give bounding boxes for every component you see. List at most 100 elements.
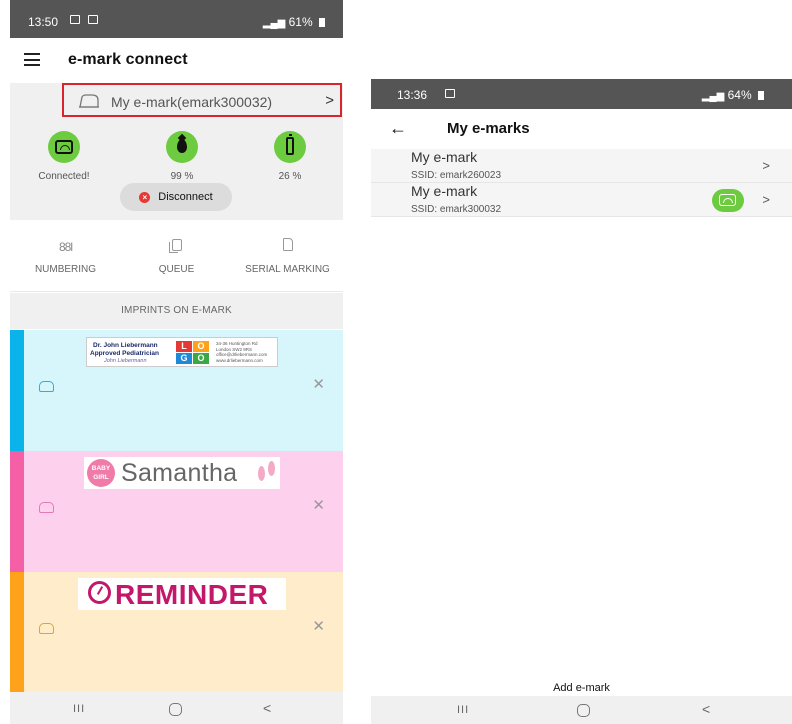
address-line: www.drliebermann.com bbox=[216, 357, 263, 363]
imprint-card[interactable]: REMINDER ✕ bbox=[10, 572, 343, 693]
disconnect-label: Disconnect bbox=[158, 191, 213, 203]
imprint-stamp-reminder: REMINDER bbox=[78, 578, 286, 610]
device-icon bbox=[48, 131, 80, 163]
logo-letter-o: O bbox=[193, 341, 209, 352]
close-icon[interactable]: ✕ bbox=[312, 375, 325, 393]
mode-queue[interactable]: QUEUE bbox=[121, 238, 232, 275]
battery-level-value: 26 % bbox=[278, 171, 302, 182]
device-name: My e-mark bbox=[411, 183, 478, 199]
battery-icon bbox=[274, 131, 306, 163]
home-icon[interactable] bbox=[169, 703, 182, 716]
serial-marking-icon bbox=[282, 238, 293, 251]
device-list-item[interactable]: My e-mark SSID: emark300032 > bbox=[371, 183, 792, 217]
battery-level: 26 % bbox=[245, 131, 335, 182]
imprint-stamp-samantha: BABY GIRL Samantha bbox=[84, 457, 280, 489]
logo-letter-o2: O bbox=[193, 353, 209, 364]
baby-girl-badge: BABY GIRL bbox=[87, 459, 115, 487]
disconnect-button[interactable]: × Disconnect bbox=[120, 183, 232, 211]
stamp-signature: John Liebermann bbox=[104, 358, 147, 364]
app-bar: e-mark connect bbox=[10, 38, 343, 83]
numbering-icon: 88l bbox=[58, 240, 73, 254]
recent-apps-icon[interactable]: III bbox=[457, 704, 469, 716]
home-icon[interactable] bbox=[577, 704, 590, 717]
mode-numbering[interactable]: 88l NUMBERING bbox=[10, 238, 121, 275]
stamp-name: Samantha bbox=[121, 459, 238, 487]
ink-level-value: 99 % bbox=[170, 171, 194, 182]
mode-numbering-label: NUMBERING bbox=[34, 264, 97, 275]
connected-device-icon bbox=[712, 189, 744, 212]
stamp-line-1: Dr. John Liebermann bbox=[93, 342, 158, 349]
status-right: ▂▄▆ 64% bbox=[702, 88, 764, 102]
back-arrow-icon[interactable]: ← bbox=[389, 118, 407, 139]
imprint-device-icon bbox=[39, 623, 54, 634]
stamp-address: 34-36 Huntington Rd London SW2 9RS offic… bbox=[216, 341, 267, 363]
ink-drop-icon bbox=[166, 131, 198, 163]
address-line: office@drliebermann.com bbox=[216, 352, 268, 357]
battery-percent: 64% bbox=[727, 88, 752, 102]
page-title: My e-marks bbox=[447, 120, 530, 137]
app-title: e-mark connect bbox=[68, 51, 188, 68]
chevron-right-icon[interactable]: > bbox=[762, 158, 770, 173]
android-nav-bar: III < bbox=[10, 692, 343, 724]
chevron-right-icon: > bbox=[325, 92, 334, 109]
mode-queue-label: QUEUE bbox=[158, 264, 195, 275]
close-icon[interactable]: ✕ bbox=[312, 496, 325, 514]
badge-top-text: BABY bbox=[91, 465, 111, 472]
imprint-stamp-doctor: Dr. John Liebermann Approved Pediatricia… bbox=[86, 337, 278, 367]
notification-icon bbox=[445, 89, 455, 98]
chevron-right-icon[interactable]: > bbox=[762, 192, 770, 207]
disconnect-icon: × bbox=[139, 192, 151, 203]
connection-status: Connected! bbox=[19, 131, 109, 182]
device-selector-label: My e-mark(emark300032) bbox=[111, 94, 273, 110]
imprints-header: IMPRINTS ON E-MARK bbox=[10, 293, 343, 329]
menu-icon[interactable] bbox=[24, 53, 40, 66]
status-bar: 13:36 ▂▄▆ 64% bbox=[371, 79, 792, 109]
device-ssid: SSID: emark260023 bbox=[411, 170, 502, 181]
status-time: 13:36 bbox=[397, 88, 428, 102]
battery-percent: 61% bbox=[288, 15, 313, 29]
device-ssid: SSID: emark300032 bbox=[411, 204, 502, 215]
imprint-stripe bbox=[10, 451, 24, 572]
device-name: My e-mark bbox=[411, 149, 478, 165]
logo-letter-g: G bbox=[176, 353, 192, 364]
connection-status-value: Connected! bbox=[38, 171, 90, 182]
footprint-icon bbox=[258, 466, 265, 481]
badge-bottom-text: GIRL bbox=[93, 474, 109, 481]
logo-letter-l: L bbox=[176, 341, 192, 352]
battery-status-icon bbox=[758, 91, 764, 100]
status-bar: 13:50 ▂▄▆ 61% bbox=[10, 0, 343, 38]
right-phone-screen: 13:36 ▂▄▆ 64% ← My e-marks My e-mark SSI… bbox=[371, 79, 792, 724]
status-time: 13:50 bbox=[28, 15, 59, 29]
signal-icon: ▂▄▆ bbox=[262, 18, 286, 29]
device-panel: My e-mark(emark300032) > Connected! 99 %… bbox=[10, 83, 343, 220]
stamp-logo: L O G O bbox=[176, 341, 210, 365]
notification-icon bbox=[88, 15, 98, 24]
close-icon[interactable]: ✕ bbox=[312, 617, 325, 635]
stamp-word: REMINDER bbox=[115, 579, 269, 610]
add-emark-button[interactable]: Add e-mark bbox=[371, 682, 792, 694]
android-nav-bar: III < bbox=[371, 696, 792, 724]
left-phone-screen: 13:50 ▂▄▆ 61% e-mark connect My e-mark(e… bbox=[10, 0, 343, 724]
back-icon[interactable]: < bbox=[702, 701, 710, 717]
signal-icon: ▂▄▆ bbox=[701, 91, 725, 102]
device-selector[interactable]: My e-mark(emark300032) > bbox=[62, 83, 342, 117]
mode-serial-marking-label: SERIAL MARKING bbox=[245, 264, 330, 275]
mode-bar: 88l NUMBERING QUEUE SERIAL MARKING bbox=[10, 220, 343, 292]
queue-icon bbox=[168, 239, 182, 253]
battery-status-icon bbox=[319, 18, 325, 27]
recent-apps-icon[interactable]: III bbox=[73, 703, 85, 715]
imprint-device-icon bbox=[39, 502, 54, 513]
status-right: ▂▄▆ 61% bbox=[263, 15, 325, 29]
imprint-card[interactable]: BABY GIRL Samantha ✕ bbox=[10, 451, 343, 572]
device-list-item[interactable]: My e-mark SSID: emark260023 > bbox=[371, 149, 792, 183]
imprint-stripe bbox=[10, 572, 24, 693]
imprint-device-icon bbox=[39, 381, 54, 392]
ink-level: 99 % bbox=[137, 131, 227, 182]
gallery-icon bbox=[70, 15, 80, 24]
back-icon[interactable]: < bbox=[263, 700, 271, 716]
mode-serial-marking[interactable]: SERIAL MARKING bbox=[232, 238, 343, 275]
imprint-card[interactable]: Dr. John Liebermann Approved Pediatricia… bbox=[10, 330, 343, 451]
emark-device-icon bbox=[79, 94, 99, 108]
stamp-line-2: Approved Pediatrician bbox=[90, 350, 159, 357]
app-bar: ← My e-marks bbox=[371, 109, 792, 149]
